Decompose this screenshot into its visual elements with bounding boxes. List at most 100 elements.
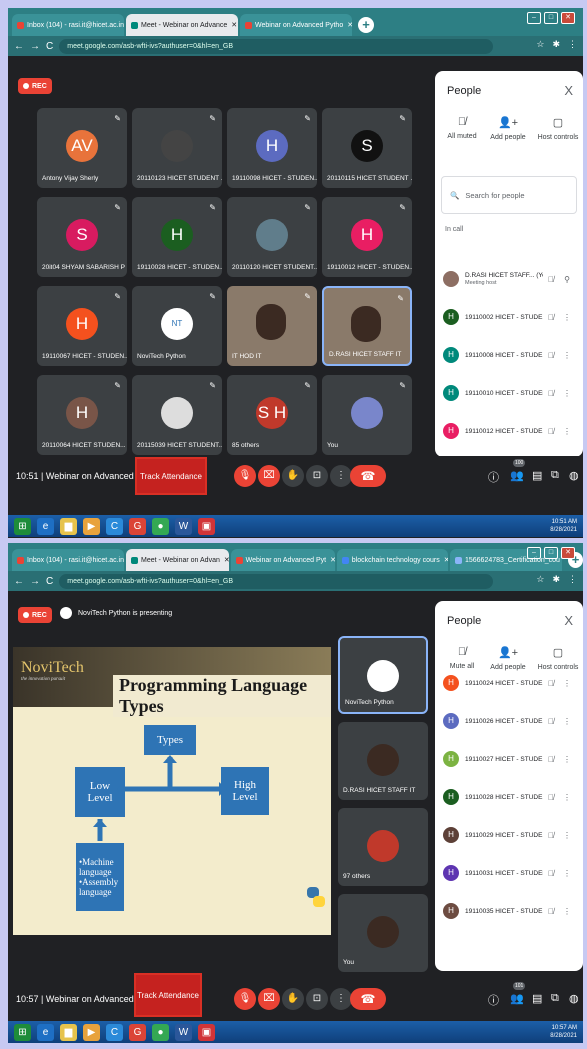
close-icon[interactable]: ✕ xyxy=(444,556,448,564)
more-icon[interactable]: ⋮ xyxy=(559,831,575,840)
more-icon[interactable]: ⋮ xyxy=(559,793,575,802)
participant-tile[interactable]: AV Antony Vijay Sherly ✎ xyxy=(37,108,127,188)
word-icon[interactable]: W xyxy=(175,1023,192,1041)
participant-tile[interactable]: H 20110064 HICET STUDEN... ✎ xyxy=(37,375,127,455)
browser-tab[interactable]: blockchain technology cours ✕ xyxy=(336,549,448,571)
chat-icon[interactable]: ▤ xyxy=(532,469,542,482)
info-icon[interactable]: ⓘ xyxy=(488,992,499,1008)
mic-off-icon[interactable]: 🎙̸ xyxy=(543,389,559,398)
participant-tile[interactable]: D.RASI HICET STAFF IT ✎ xyxy=(322,286,412,366)
present-button[interactable]: ⊡ xyxy=(306,465,328,487)
participant-tile[interactable]: H 19110067 HICET - STUDEN... ✎ xyxy=(37,286,127,366)
forward-icon[interactable]: → xyxy=(30,41,40,52)
close-icon[interactable]: ✕ xyxy=(347,21,352,29)
raise-hand-button[interactable]: ✋ xyxy=(282,988,304,1010)
shield-icon[interactable]: ◍ xyxy=(569,992,579,1005)
minimize-button[interactable]: – xyxy=(527,12,541,24)
app-icon[interactable]: C xyxy=(106,517,123,535)
more-icon[interactable]: ⋮ xyxy=(559,351,575,360)
more-icon[interactable]: ⋮ xyxy=(559,755,575,764)
more-options-button[interactable]: ⋮ xyxy=(330,465,352,487)
browser-tab[interactable]: Webinar on Advanced Pyt ✕ xyxy=(230,549,335,571)
new-tab-button[interactable]: + xyxy=(358,17,374,33)
search-people-input[interactable]: 🔍 Search for people xyxy=(441,176,577,214)
mic-off-icon[interactable]: 🎙̸ xyxy=(543,907,559,916)
ie-icon[interactable]: e xyxy=(37,517,54,535)
mic-off-icon[interactable]: 🎙̸ xyxy=(543,427,559,436)
mic-off-icon[interactable]: 🎙̸ xyxy=(543,717,559,726)
mic-off-icon[interactable]: 🎙̸ xyxy=(543,869,559,878)
camera-toggle-button[interactable]: ⌧ xyxy=(258,988,280,1010)
participant-row[interactable]: H 19110026 HICET - STUDE... 🎙̸ ⋮ xyxy=(443,709,575,733)
folder-icon[interactable]: ▆ xyxy=(60,1023,77,1041)
tab-meet[interactable]: Meet - Webinar on Advance ✕ xyxy=(126,14,238,36)
back-icon[interactable]: ← xyxy=(14,576,24,587)
participant-row[interactable]: H 19110029 HICET - STUDE... 🎙̸ ⋮ xyxy=(443,823,575,847)
extension-icon[interactable]: ✱ xyxy=(552,39,560,50)
raise-hand-button[interactable]: ✋ xyxy=(282,465,304,487)
pin-icon[interactable]: ⚲ xyxy=(559,275,575,284)
leave-call-button[interactable]: ☎ xyxy=(350,465,386,487)
maximize-button[interactable]: □ xyxy=(544,547,558,559)
participant-row[interactable]: D.RASI HICET STAFF... (You) Meeting host 🎙… xyxy=(443,267,575,291)
shield-icon[interactable]: ◍ xyxy=(569,469,579,482)
people-icon[interactable]: 👥 xyxy=(510,469,524,482)
people-icon[interactable]: 👥 xyxy=(510,992,524,1005)
activities-icon[interactable]: ⧉ xyxy=(551,992,559,1005)
host-controls-button[interactable]: ▢ Host controls xyxy=(533,116,583,141)
more-icon[interactable]: ⋮ xyxy=(559,907,575,916)
maximize-button[interactable]: □ xyxy=(544,12,558,24)
chrome-alt-icon[interactable]: ● xyxy=(152,517,169,535)
participant-tile[interactable]: You xyxy=(338,894,428,972)
more-icon[interactable]: ⋮ xyxy=(559,679,575,688)
menu-icon[interactable]: ⋮ xyxy=(568,574,577,585)
mic-off-icon[interactable]: 🎙̸ xyxy=(543,313,559,322)
close-icon[interactable]: ✕ xyxy=(224,556,229,564)
participant-row[interactable]: H 19110024 HICET - STUDE... 🎙̸ ⋮ xyxy=(443,671,575,695)
media-icon[interactable]: ▶ xyxy=(83,517,100,535)
activities-icon[interactable]: ⧉ xyxy=(551,469,559,482)
mic-off-icon[interactable]: 🎙̸ xyxy=(543,755,559,764)
participant-tile[interactable]: 20110123 HICET STUDENT ... ✎ xyxy=(132,108,222,188)
start-button[interactable]: ⊞ xyxy=(14,1023,31,1041)
participant-tile[interactable]: H 19110028 HICET - STUDEN... ✎ xyxy=(132,197,222,277)
leave-call-button[interactable]: ☎ xyxy=(350,988,386,1010)
app2-icon[interactable]: ▣ xyxy=(198,517,215,535)
mic-toggle-button[interactable]: 🎙 xyxy=(234,465,256,487)
participant-tile[interactable]: H 19110098 HICET - STUDEN... ✎ xyxy=(227,108,317,188)
participant-tile[interactable]: S H 85 others ✎ xyxy=(227,375,317,455)
chrome-icon[interactable]: G xyxy=(129,517,146,535)
participant-tile[interactable]: NoviTech Python xyxy=(338,636,428,714)
participant-row[interactable]: H 19110010 HICET - STUDEN...🎙̸⋮ xyxy=(443,381,575,405)
participant-tile[interactable]: You ✎ xyxy=(322,375,412,455)
participant-row[interactable]: H 19110008 HICET - STUDE... 🎙̸ ⋮ xyxy=(443,343,575,367)
host-controls-button[interactable]: ▢ Host controls xyxy=(533,646,583,671)
browser-tab[interactable]: Meet - Webinar on Advan ✕ xyxy=(126,549,229,571)
participant-tile[interactable]: 20110120 HICET STUDENT... ✎ xyxy=(227,197,317,277)
participant-tile[interactable]: IT HOD IT ✎ xyxy=(227,286,317,366)
close-panel-button[interactable]: X xyxy=(564,613,573,628)
app-icon[interactable]: C xyxy=(106,1023,123,1041)
participant-tile[interactable]: NT NoviTech Python ✎ xyxy=(132,286,222,366)
more-icon[interactable]: ⋮ xyxy=(559,717,575,726)
close-icon[interactable]: ✕ xyxy=(330,556,335,564)
all-muted-action[interactable]: 🎙̸ All muted xyxy=(437,116,487,140)
chat-icon[interactable]: ▤ xyxy=(532,992,542,1005)
chrome-alt-icon[interactable]: ● xyxy=(152,1023,169,1041)
chrome-icon[interactable]: G xyxy=(129,1023,146,1041)
menu-icon[interactable]: ⋮ xyxy=(568,39,577,50)
star-icon[interactable]: ☆ xyxy=(536,574,544,585)
participant-row[interactable]: H 19110028 HICET - STUDE... 🎙̸ ⋮ xyxy=(443,785,575,809)
more-options-button[interactable]: ⋮ xyxy=(330,988,352,1010)
mute-all-button[interactable]: 🎙̸ Mute all xyxy=(437,646,487,670)
track-attendance-button[interactable]: Track Attendance xyxy=(135,457,207,495)
ie-icon[interactable]: e xyxy=(37,1023,54,1041)
mic-toggle-button[interactable]: 🎙 xyxy=(234,988,256,1010)
mic-off-icon[interactable]: 🎙̸ xyxy=(543,679,559,688)
mic-off-icon[interactable]: 🎙̸ xyxy=(543,275,559,284)
close-panel-button[interactable]: X xyxy=(564,83,573,98)
tab-inbox[interactable]: Inbox (104) - rasi.it@hicet.ac.in✕ xyxy=(12,14,124,36)
participant-row[interactable]: H 19110031 HICET - STUDEN...🎙̸⋮ xyxy=(443,861,575,885)
minimize-button[interactable]: – xyxy=(527,547,541,559)
start-button[interactable]: ⊞ xyxy=(14,517,31,535)
